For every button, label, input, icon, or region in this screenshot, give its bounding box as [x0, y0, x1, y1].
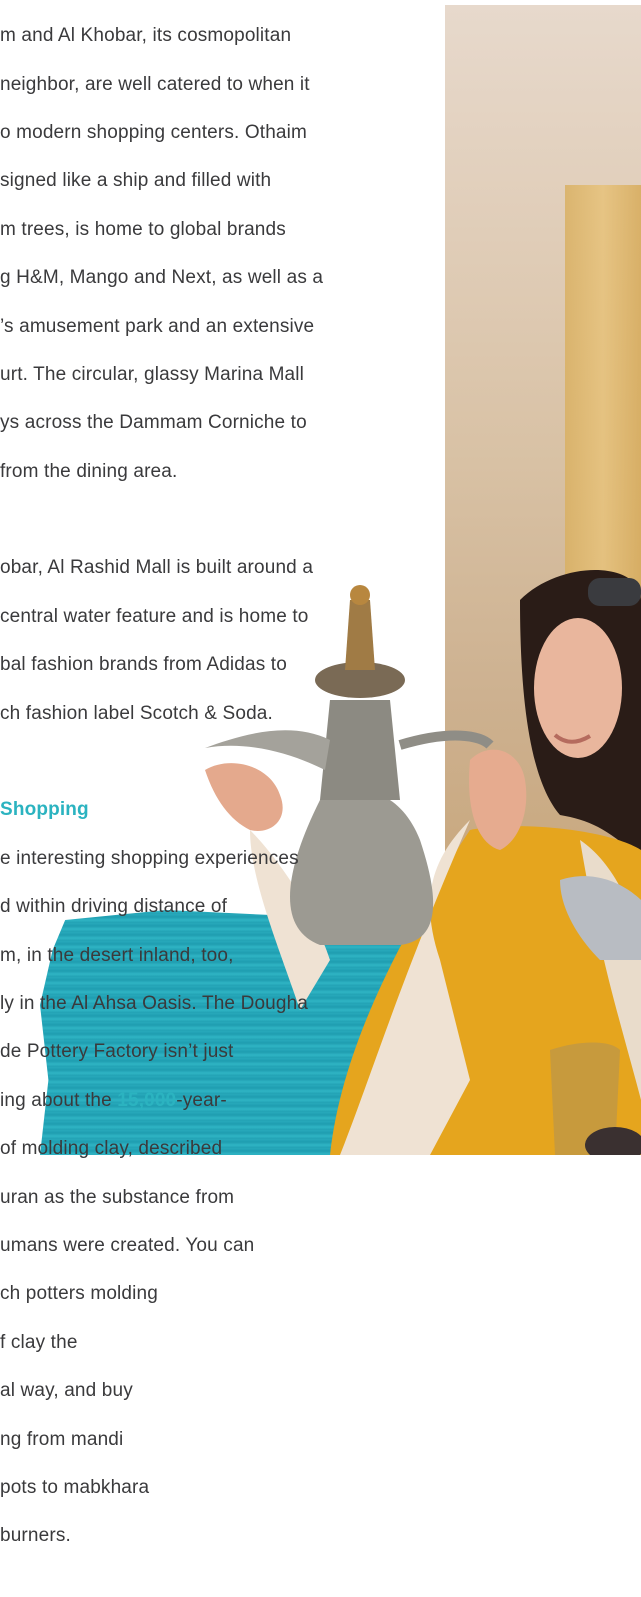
- text-line: m trees, is home to global brands: [0, 218, 286, 240]
- woman-face: [534, 618, 622, 758]
- text-segment: ing about the: [0, 1089, 118, 1111]
- highlight-number: 15,000: [117, 1089, 177, 1111]
- text-line: ng from mandi: [0, 1428, 124, 1450]
- text-line: ys across the Dammam Corniche to: [0, 412, 307, 434]
- text-line: uran as the substance from: [0, 1186, 235, 1208]
- article-paragraph-3: Shopping e interesting shopping experien…: [0, 774, 420, 1573]
- text-line: ch potters molding: [0, 1283, 158, 1305]
- text-line: m, in the desert inland, too,: [0, 944, 234, 966]
- text-segment: -year-: [176, 1089, 227, 1111]
- text-line: from the dining area.: [0, 460, 178, 482]
- text-line: burners.: [0, 1525, 71, 1547]
- article-paragraph-2: obar, Al Rashid Mall is built around a c…: [0, 532, 420, 750]
- text-line: ly in the Al Ahsa Oasis. The Dougha: [0, 992, 309, 1014]
- sunglasses: [588, 578, 641, 606]
- text-line: umans were created. You can: [0, 1234, 255, 1256]
- text-line-highlight: ing about the 15,000-year-: [0, 1089, 420, 1113]
- section-heading-shopping: Shopping: [0, 799, 89, 821]
- text-line: de Pottery Factory isn’t just: [0, 1041, 234, 1063]
- text-line: urt. The circular, glassy Marina Mall: [0, 364, 305, 386]
- text-line: ch fashion label Scotch & Soda.: [0, 702, 273, 724]
- text-line: signed like a ship and filled with: [0, 170, 272, 192]
- text-line: bal fashion brands from Adidas to: [0, 654, 287, 676]
- text-line: g H&M, Mango and Next, as well as a: [0, 267, 324, 289]
- article-paragraph-1: m and Al Khobar, its cosmopolitan neighb…: [0, 0, 420, 508]
- text-line: f clay the: [0, 1331, 78, 1353]
- text-line: ’s amusement park and an extensive: [0, 315, 315, 337]
- text-line: o modern shopping centers. Othaim: [0, 122, 308, 144]
- text-line: al way, and buy: [0, 1380, 133, 1402]
- text-line: e interesting shopping experiences: [0, 847, 299, 869]
- text-line: of molding clay, described: [0, 1138, 223, 1160]
- text-line: obar, Al Rashid Mall is built around a: [0, 557, 314, 579]
- article-text: m and Al Khobar, its cosmopolitan neighb…: [0, 0, 420, 1597]
- text-line: neighbor, are well catered to when it: [0, 73, 310, 95]
- text-line: central water feature and is home to: [0, 605, 309, 627]
- text-line: pots to mabkhara: [0, 1476, 150, 1498]
- text-line: d within driving distance of: [0, 896, 228, 918]
- text-line: m and Al Khobar, its cosmopolitan: [0, 25, 292, 47]
